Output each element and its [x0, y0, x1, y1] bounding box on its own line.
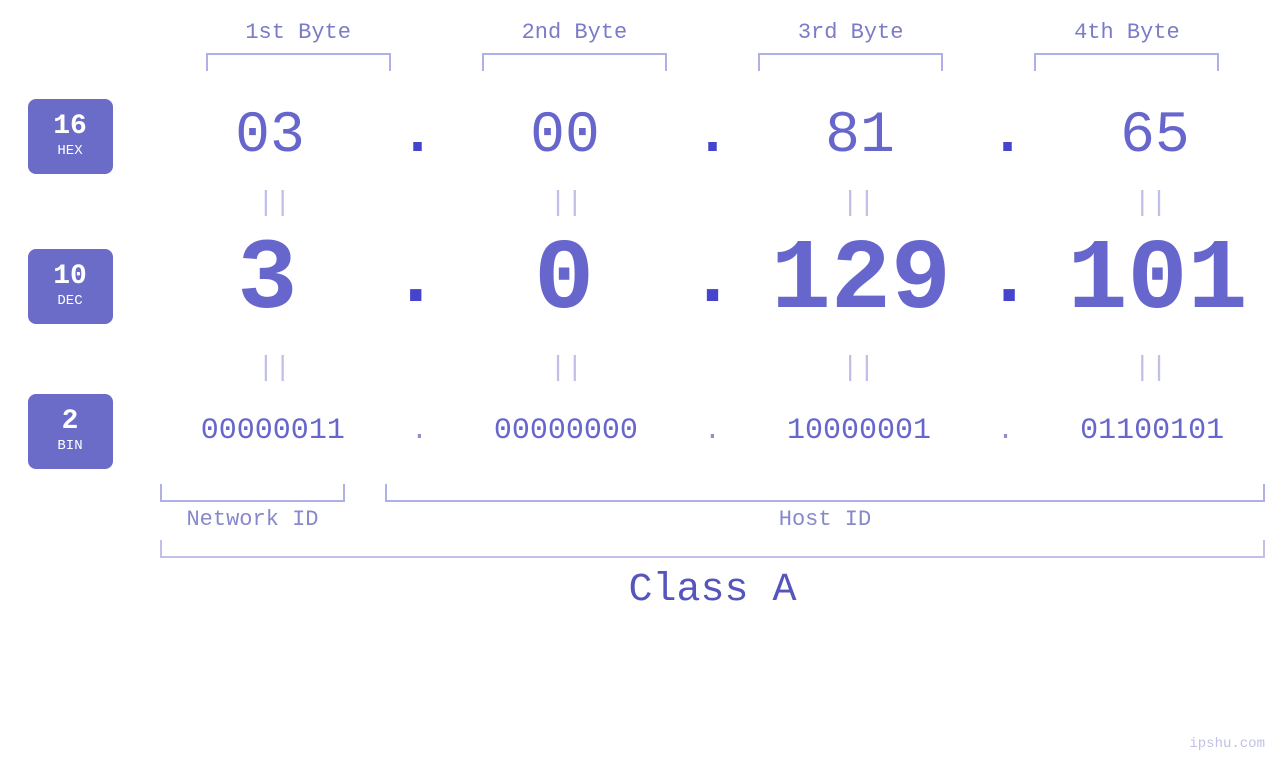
bin-val-1: 00000011 — [201, 414, 345, 448]
equals-row-1: || || || || — [140, 186, 1285, 221]
header-2nd: 2nd Byte — [474, 20, 674, 45]
dec-byte-4: 101 — [1065, 225, 1250, 338]
dec-base-text: DEC — [57, 293, 82, 309]
hex-val-4: 65 — [1120, 104, 1190, 169]
bracket-host — [385, 484, 1265, 502]
equals-row-2: || || || || — [140, 351, 1285, 386]
eq-2-4: || — [1058, 355, 1243, 383]
eq-2-3: || — [766, 355, 951, 383]
hex-values: 03 . 00 . 81 . 65 — [140, 102, 1285, 170]
main-container: 1st Byte 2nd Byte 3rd Byte 4th Byte 16 H… — [0, 0, 1285, 767]
bin-values: 00000011 . 00000000 . 10000001 . 0110010… — [140, 414, 1285, 448]
eq-1-1: || — [182, 190, 367, 218]
hex-base-number: 16 — [53, 113, 87, 141]
bin-base-text: BIN — [57, 438, 82, 454]
dec-byte-1: 3 — [175, 225, 360, 338]
class-label: Class A — [140, 568, 1285, 613]
eq-1-4: || — [1058, 190, 1243, 218]
full-span-bracket-area — [140, 540, 1285, 558]
hex-row: 16 HEX 03 . 00 . 81 . 65 — [0, 86, 1285, 186]
bin-dot-1: . — [411, 416, 428, 447]
hex-val-2: 00 — [530, 104, 600, 169]
hex-dot-2: . — [694, 102, 730, 170]
hex-byte-4: 65 — [1062, 104, 1247, 169]
dec-values: 3 . 0 . 129 . 101 — [140, 225, 1285, 348]
bin-label-area: 2 BIN — [0, 394, 140, 469]
eq-1-3: || — [766, 190, 951, 218]
dec-base-label: 10 DEC — [28, 249, 113, 324]
header-3rd: 3rd Byte — [751, 20, 951, 45]
dec-dot-2: . — [688, 235, 736, 338]
hex-byte-2: 00 — [472, 104, 657, 169]
rows-container: 16 HEX 03 . 00 . 81 . 65 — [0, 86, 1285, 613]
dec-row: 10 DEC 3 . 0 . 129 . 101 — [0, 221, 1285, 351]
dec-label-area: 10 DEC — [0, 249, 140, 324]
bracket-network — [160, 484, 345, 502]
id-labels: Network ID Host ID — [160, 507, 1265, 532]
bin-byte-3: 10000001 — [767, 414, 952, 448]
hex-val-1: 03 — [235, 104, 305, 169]
bin-row: 2 BIN 00000011 . 00000000 . 10000001 . 0 — [0, 386, 1285, 476]
network-id-label: Network ID — [160, 507, 345, 532]
dec-val-1: 3 — [237, 225, 297, 338]
eq-2-1: || — [182, 355, 367, 383]
dec-val-3: 129 — [771, 225, 951, 338]
dec-byte-2: 0 — [472, 225, 657, 338]
byte-headers: 1st Byte 2nd Byte 3rd Byte 4th Byte — [140, 20, 1285, 45]
full-span-bracket — [160, 540, 1265, 558]
bin-val-4: 01100101 — [1080, 414, 1224, 448]
hex-base-label: 16 HEX — [28, 99, 113, 174]
bracket-lines — [160, 484, 1265, 502]
hex-val-3: 81 — [825, 104, 895, 169]
bin-byte-1: 00000011 — [180, 414, 365, 448]
bin-byte-4: 01100101 — [1060, 414, 1245, 448]
dec-byte-3: 129 — [768, 225, 953, 338]
dec-val-2: 0 — [534, 225, 594, 338]
bracket-top-2 — [482, 53, 667, 71]
eq-2-2: || — [474, 355, 659, 383]
bottom-bracket-area: Network ID Host ID — [140, 484, 1285, 532]
hex-dot-1: . — [399, 102, 435, 170]
bin-base-number: 2 — [62, 408, 79, 436]
hex-byte-1: 03 — [177, 104, 362, 169]
header-1st: 1st Byte — [198, 20, 398, 45]
bin-byte-2: 00000000 — [473, 414, 658, 448]
hex-byte-3: 81 — [767, 104, 952, 169]
hex-label-area: 16 HEX — [0, 99, 140, 174]
dec-base-number: 10 — [53, 263, 87, 291]
bracket-top-4 — [1034, 53, 1219, 71]
bracket-top-3 — [758, 53, 943, 71]
header-4th: 4th Byte — [1027, 20, 1227, 45]
bracket-top-1 — [206, 53, 391, 71]
eq-1-2: || — [474, 190, 659, 218]
host-id-label: Host ID — [385, 507, 1265, 532]
bin-val-3: 10000001 — [787, 414, 931, 448]
dec-dot-1: . — [392, 235, 440, 338]
hex-base-text: HEX — [57, 143, 82, 159]
bin-val-2: 00000000 — [494, 414, 638, 448]
dec-dot-3: . — [985, 235, 1033, 338]
hex-dot-3: . — [989, 102, 1025, 170]
dec-val-4: 101 — [1068, 225, 1248, 338]
bin-dot-2: . — [704, 416, 721, 447]
bin-base-label: 2 BIN — [28, 394, 113, 469]
top-brackets — [140, 53, 1285, 71]
bin-dot-3: . — [997, 416, 1014, 447]
watermark: ipshu.com — [1189, 736, 1265, 752]
